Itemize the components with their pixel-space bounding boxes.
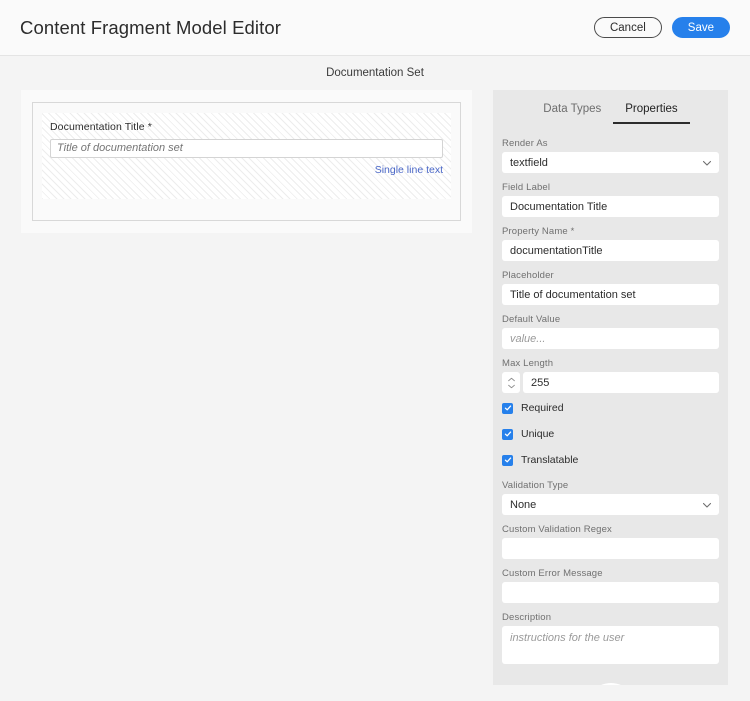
chevron-up-icon[interactable] [507, 377, 516, 382]
field-dropzone[interactable]: Documentation Title * Single line text [32, 102, 461, 221]
render-as-select[interactable]: textfield [502, 152, 719, 173]
field-label-input[interactable] [502, 196, 719, 217]
checkbox-row-translatable[interactable]: Translatable [502, 454, 719, 466]
max-length-label: Max Length [502, 358, 554, 369]
field-label-label: Field Label [502, 182, 551, 193]
stepper-buttons[interactable] [502, 372, 520, 393]
checkbox-label-translatable: Translatable [521, 454, 579, 466]
field-label-group: Field Label [502, 182, 719, 217]
model-name-heading: Documentation Set [0, 56, 750, 90]
tab-properties[interactable]: Properties [613, 103, 690, 124]
description-textarea[interactable] [502, 626, 719, 664]
render-as-label: Render As [502, 138, 548, 149]
delete-button-wrapper [502, 683, 719, 685]
custom-error-message-input[interactable] [502, 582, 719, 603]
validation-type-group: Validation Type None [502, 480, 719, 515]
app-header: Content Fragment Model Editor Cancel Sav… [0, 0, 750, 56]
save-button[interactable]: Save [671, 17, 730, 38]
validation-type-label: Validation Type [502, 480, 569, 491]
custom-validation-regex-group: Custom Validation Regex [502, 524, 719, 559]
property-name-input[interactable] [502, 240, 719, 261]
default-value-group: Default Value [502, 314, 719, 349]
default-value-label: Default Value [502, 314, 561, 325]
field-hatch-region[interactable]: Documentation Title * Single line text [42, 113, 451, 199]
property-name-group: Property Name * [502, 226, 719, 261]
default-value-input[interactable] [502, 328, 719, 349]
chevron-down-icon [702, 158, 712, 167]
panel-tabs: Data Types Properties [502, 90, 719, 124]
description-label: Description [502, 612, 552, 623]
page-title: Content Fragment Model Editor [20, 16, 281, 38]
field-canvas-card: Documentation Title * Single line text [21, 90, 472, 233]
tab-data-types[interactable]: Data Types [531, 103, 613, 124]
field-label: Documentation Title * [50, 121, 152, 133]
documentation-title-input[interactable] [50, 138, 443, 158]
properties-panel: Data Types Properties Render As textfiel… [493, 90, 728, 685]
render-as-group: Render As textfield [502, 138, 719, 173]
field-type-link[interactable]: Single line text [50, 164, 443, 176]
property-name-label: Property Name * [502, 226, 575, 237]
description-group: Description [502, 612, 719, 669]
checkmark-icon[interactable] [502, 428, 513, 440]
render-as-value: textfield [510, 156, 548, 169]
header-actions: Cancel Save [593, 17, 730, 38]
placeholder-group: Placeholder [502, 270, 719, 305]
chevron-down-icon[interactable] [507, 384, 516, 389]
checkbox-label-required: Required [521, 402, 564, 414]
max-length-input[interactable] [523, 372, 719, 393]
max-length-stepper [502, 372, 719, 393]
checkmark-icon[interactable] [502, 454, 513, 466]
editor-body: Documentation Title * Single line text D… [0, 90, 750, 701]
field-canvas-area: Documentation Title * Single line text [0, 90, 493, 233]
delete-field-button[interactable] [585, 683, 636, 685]
checkbox-row-unique[interactable]: Unique [502, 428, 719, 440]
placeholder-label: Placeholder [502, 270, 554, 281]
custom-validation-regex-label: Custom Validation Regex [502, 524, 612, 535]
custom-error-message-group: Custom Error Message [502, 568, 719, 603]
max-length-group: Max Length [502, 358, 719, 393]
checkbox-row-required[interactable]: Required [502, 402, 719, 414]
custom-validation-regex-input[interactable] [502, 538, 719, 559]
validation-type-select[interactable]: None [502, 494, 719, 515]
cancel-button[interactable]: Cancel [593, 17, 662, 38]
checkmark-icon[interactable] [502, 402, 513, 414]
custom-error-message-label: Custom Error Message [502, 568, 603, 579]
validation-type-value: None [510, 498, 537, 511]
chevron-down-icon [702, 500, 712, 509]
checkbox-label-unique: Unique [521, 428, 555, 440]
placeholder-input[interactable] [502, 284, 719, 305]
